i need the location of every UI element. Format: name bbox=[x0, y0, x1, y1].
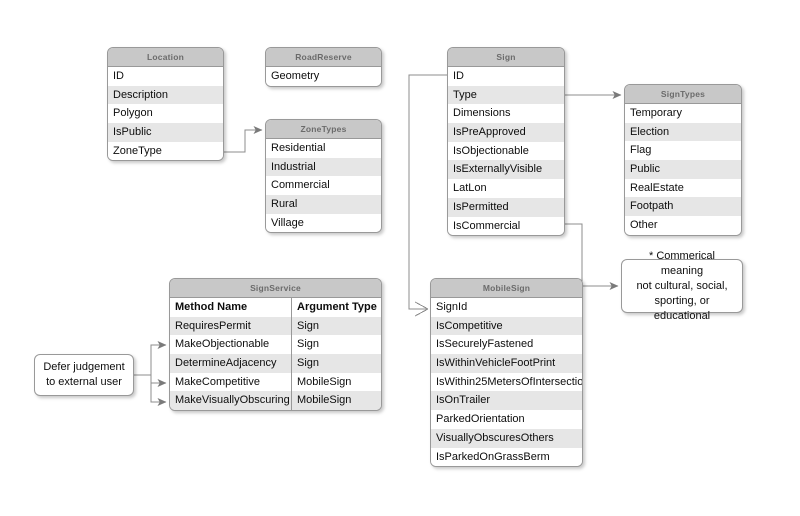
entity-row[interactable]: ZoneType bbox=[108, 141, 223, 161]
entity-row[interactable]: SignId bbox=[431, 298, 582, 317]
wire-sign-to-mobilesign bbox=[408, 74, 447, 310]
note-defer-judgement[interactable]: Defer judgement to external user bbox=[34, 354, 134, 396]
entity-row[interactable]: RealEstate bbox=[625, 178, 741, 198]
wire-iscommercial-to-note bbox=[565, 223, 619, 290]
entity-row[interactable]: Other bbox=[625, 216, 741, 235]
entity-mobile-sign[interactable]: MobileSign SignId IsCompetitive IsSecure… bbox=[430, 278, 583, 468]
entity-sign-types[interactable]: SignTypes Temporary Election Flag Public… bbox=[624, 84, 742, 236]
entity-sign-service[interactable]: SignService Method Name Argument Type Re… bbox=[169, 278, 382, 412]
cell-method-name: DetermineAdjacency bbox=[170, 354, 292, 373]
entity-row[interactable]: IsParkedOnGrassBerm bbox=[431, 447, 582, 467]
wire-defer-to-makecompetitive bbox=[150, 375, 167, 387]
cell-method-name: MakeCompetitive bbox=[170, 372, 292, 392]
note-defer-line-2: to external user bbox=[46, 376, 122, 388]
wire-defer-to-makevisuallyobscuring bbox=[150, 375, 167, 406]
entity-row[interactable]: VisuallyObscuresOthers bbox=[431, 428, 582, 448]
entity-row[interactable]: IsOnTrailer bbox=[431, 391, 582, 411]
entity-row[interactable]: IsWithin25MetersOfIntersection bbox=[431, 372, 582, 392]
entity-mobile-sign-title: MobileSign bbox=[431, 279, 582, 298]
entity-row[interactable]: LatLon bbox=[448, 179, 564, 198]
table-column-header-row: Method Name Argument Type bbox=[170, 298, 381, 317]
entity-row[interactable]: IsCompetitive bbox=[431, 316, 582, 336]
entity-location-title: Location bbox=[108, 48, 223, 67]
note-commercial-line-3: sporting, or educational bbox=[653, 294, 711, 322]
crowsfoot-mobilesign bbox=[414, 301, 429, 317]
entity-sign-title: Sign bbox=[448, 48, 564, 67]
note-defer-line-1: Defer judgement bbox=[43, 361, 125, 373]
entity-row[interactable]: Description bbox=[108, 85, 223, 105]
entity-row[interactable]: IsSecurelyFastened bbox=[431, 335, 582, 355]
entity-row[interactable]: Public bbox=[625, 160, 741, 179]
entity-row[interactable]: Flag bbox=[625, 141, 741, 161]
entity-row[interactable]: Residential bbox=[266, 139, 381, 158]
entity-location[interactable]: Location ID Description Polygon IsPublic… bbox=[107, 47, 224, 162]
entity-row[interactable]: IsPreApproved bbox=[448, 123, 564, 142]
entity-row[interactable]: ParkedOrientation bbox=[431, 410, 582, 429]
entity-row[interactable]: ID bbox=[108, 67, 223, 86]
entity-road-reserve-title: RoadReserve bbox=[266, 48, 381, 67]
entity-row[interactable]: IsPermitted bbox=[448, 197, 564, 217]
table-row[interactable]: MakeCompetitive MobileSign bbox=[170, 372, 381, 392]
entity-row[interactable]: ID bbox=[448, 67, 564, 86]
cell-method-name: MakeObjectionable bbox=[170, 335, 292, 355]
entity-zone-types[interactable]: ZoneTypes Residential Industrial Commerc… bbox=[265, 119, 382, 234]
entity-row[interactable]: Dimensions bbox=[448, 104, 564, 124]
note-commercial-definition[interactable]: * Commerical meaning not cultural, socia… bbox=[621, 250, 743, 322]
entity-row[interactable]: Industrial bbox=[266, 157, 381, 177]
entity-row[interactable]: Rural bbox=[266, 195, 381, 214]
column-header-method-name: Method Name bbox=[170, 298, 292, 317]
entity-row[interactable]: Type bbox=[448, 85, 564, 105]
entity-row[interactable]: IsObjectionable bbox=[448, 141, 564, 161]
entity-row[interactable]: Footpath bbox=[625, 197, 741, 217]
entity-row[interactable]: Village bbox=[266, 213, 381, 233]
table-row[interactable]: MakeObjectionable Sign bbox=[170, 335, 381, 355]
note-commercial-line-1: * Commerical meaning bbox=[648, 249, 715, 277]
entity-row[interactable]: IsCommercial bbox=[448, 216, 564, 236]
wire-location-to-zonetypes bbox=[224, 126, 263, 153]
entity-row[interactable]: IsPublic bbox=[108, 123, 223, 142]
cell-argument-type: MobileSign bbox=[297, 375, 352, 388]
entity-row[interactable]: Polygon bbox=[108, 104, 223, 124]
table-row[interactable]: DetermineAdjacency Sign bbox=[170, 354, 381, 373]
entity-zone-types-title: ZoneTypes bbox=[266, 120, 381, 139]
entity-road-reserve[interactable]: RoadReserve Geometry bbox=[265, 47, 382, 87]
cell-argument-type: Sign bbox=[297, 357, 320, 370]
wire-defer-to-makeobjectionable bbox=[150, 341, 167, 375]
cell-argument-type: Sign bbox=[297, 338, 320, 351]
note-commercial-line-2: not cultural, social, bbox=[636, 279, 728, 292]
entity-row[interactable]: Geometry bbox=[266, 67, 381, 86]
cell-argument-type: Sign bbox=[297, 319, 320, 332]
entity-row[interactable]: Election bbox=[625, 122, 741, 142]
entity-sign-service-title: SignService bbox=[170, 279, 381, 298]
cell-method-name: RequiresPermit bbox=[170, 316, 292, 336]
table-row[interactable]: MakeVisuallyObscuring MobileSign bbox=[170, 391, 381, 411]
table-row[interactable]: RequiresPermit Sign bbox=[170, 316, 381, 336]
entity-sign-types-title: SignTypes bbox=[625, 85, 741, 104]
diagram-canvas: Location ID Description Polygon IsPublic… bbox=[0, 0, 800, 516]
entity-row[interactable]: IsExternallyVisible bbox=[448, 160, 564, 180]
entity-row[interactable]: Commercial bbox=[266, 176, 381, 196]
cell-method-name: MakeVisuallyObscuring bbox=[170, 391, 292, 411]
note-defer-text: Defer judgement to external user bbox=[43, 360, 124, 390]
note-commercial-text: * Commerical meaning not cultural, socia… bbox=[627, 249, 737, 324]
entity-row[interactable]: IsWithinVehicleFootPrint bbox=[431, 354, 582, 373]
entity-sign[interactable]: Sign ID Type Dimensions IsPreApproved Is… bbox=[447, 47, 565, 237]
entity-row[interactable]: Temporary bbox=[625, 104, 741, 123]
cell-argument-type: MobileSign bbox=[297, 394, 352, 407]
column-header-argument-type: Argument Type bbox=[297, 301, 377, 313]
